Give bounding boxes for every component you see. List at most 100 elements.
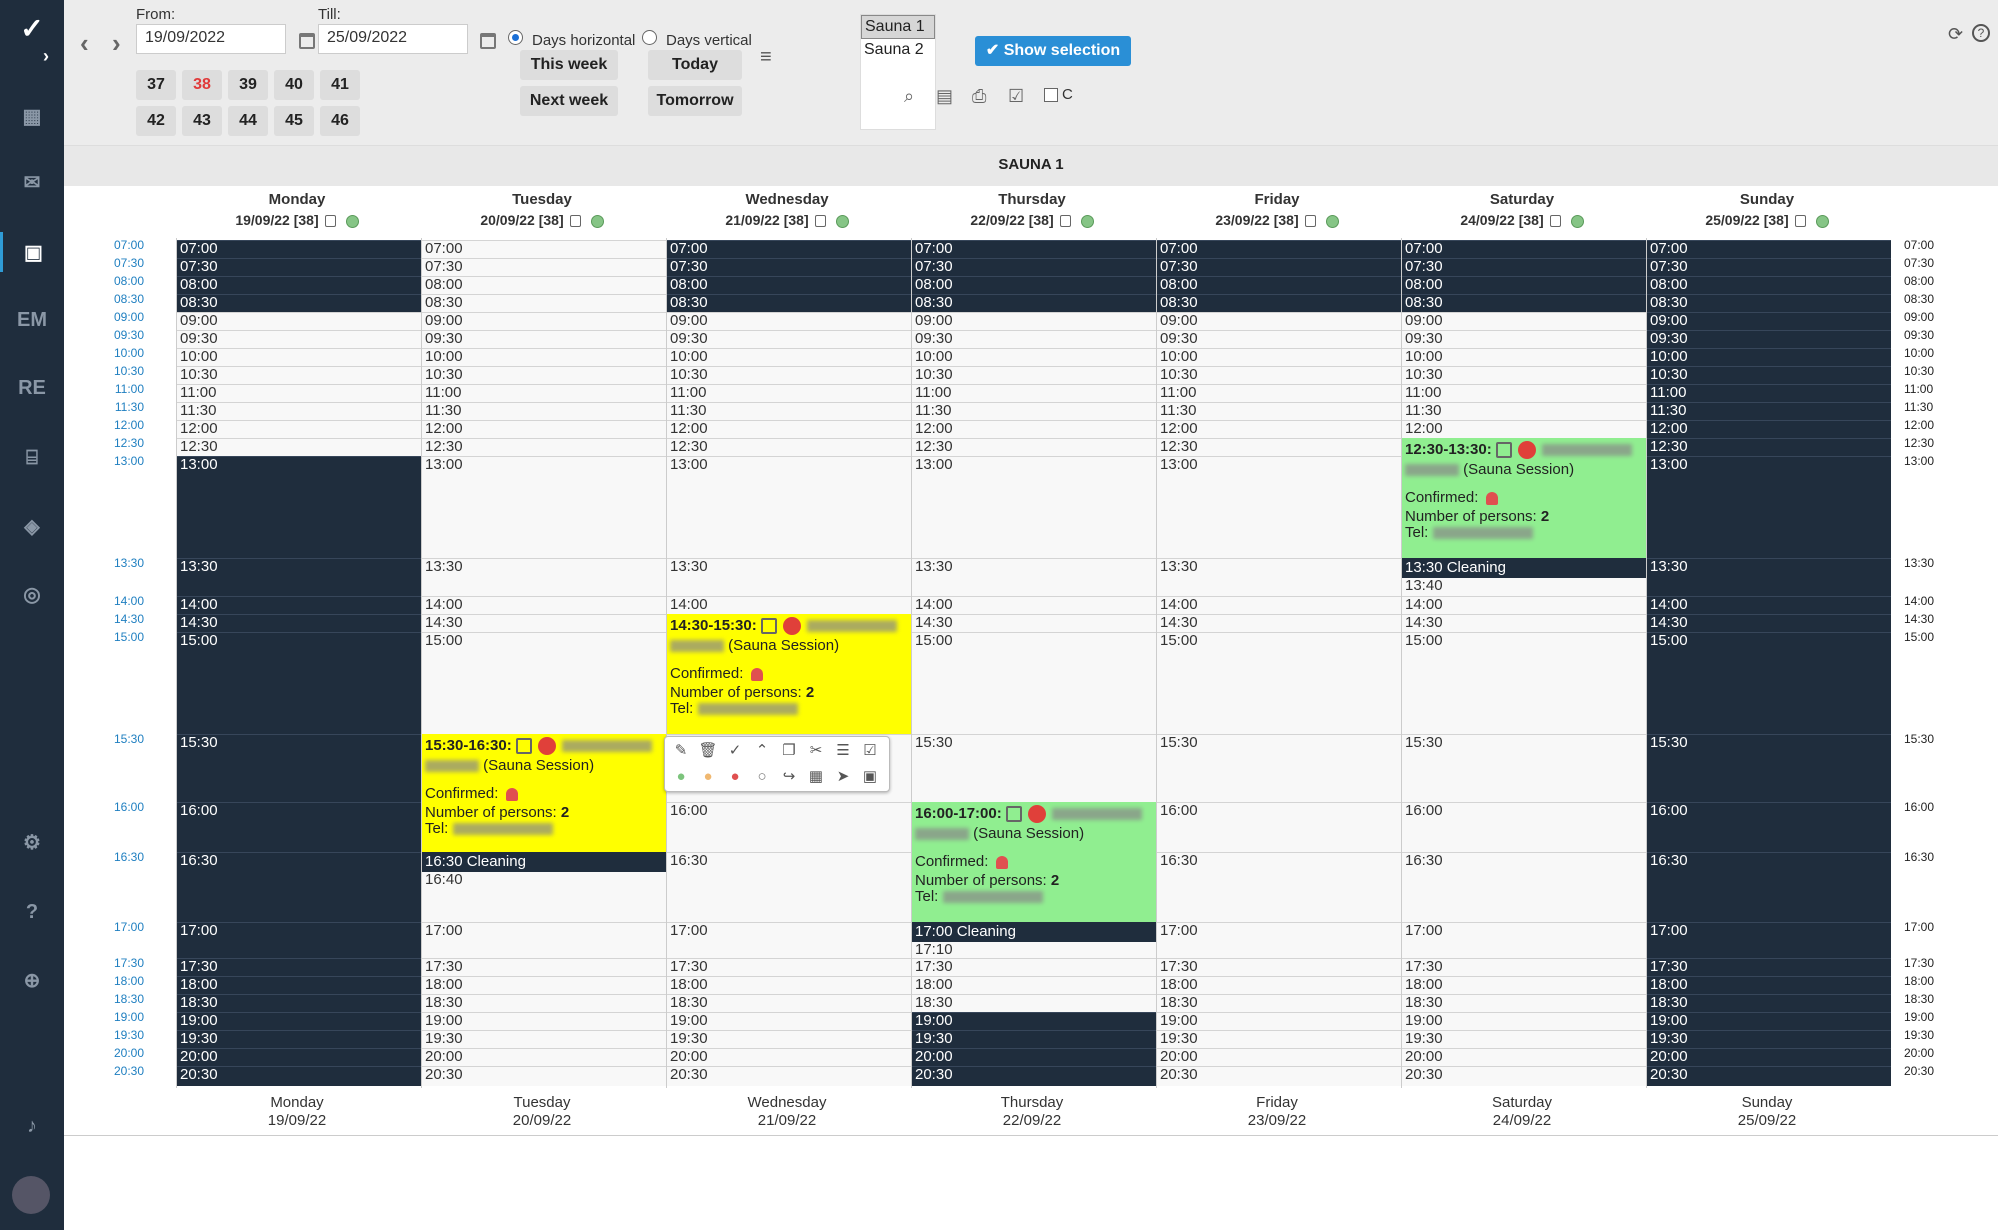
time-slot[interactable]: 19:00	[1402, 1012, 1646, 1030]
calendar-picker-icon[interactable]	[299, 33, 315, 49]
time-slot[interactable]: 16:00	[1402, 802, 1646, 852]
time-slot[interactable]: 12:30	[1647, 438, 1891, 456]
time-slot[interactable]: 17:00	[1157, 922, 1401, 958]
time-slot[interactable]: 09:00	[667, 312, 911, 330]
time-slot[interactable]: 10:00	[1402, 348, 1646, 366]
person-red-icon[interactable]: ●	[725, 767, 745, 787]
time-slot[interactable]: 10:30	[1157, 366, 1401, 384]
search-icon[interactable]: ⌕	[904, 86, 914, 107]
week-button[interactable]: 37	[136, 70, 176, 100]
collapse-icon[interactable]: ≡	[760, 46, 772, 69]
time-slot[interactable]: 16:30	[177, 852, 421, 922]
time-slot[interactable]: 17:30	[177, 958, 421, 976]
time-slot[interactable]: 15:00	[1402, 632, 1646, 734]
time-slot[interactable]: 19:00	[912, 1012, 1156, 1030]
from-field[interactable]: 19/09/2022	[136, 24, 286, 54]
share-icon[interactable]: ↪	[779, 767, 799, 787]
time-slot[interactable]: 16:30	[667, 852, 911, 922]
time-slot[interactable]: 19:30	[1157, 1030, 1401, 1048]
time-slot[interactable]: 08:30	[1402, 294, 1646, 312]
box-icon[interactable]: ◈	[0, 506, 64, 546]
time-slot[interactable]: 13:00	[667, 456, 911, 558]
tomorrow-button[interactable]: Tomorrow	[648, 86, 742, 116]
after-cleaning-slot[interactable]: 13:40	[1402, 578, 1646, 592]
time-slot[interactable]: 11:30	[1157, 402, 1401, 420]
time-slot[interactable]: 16:30	[1402, 852, 1646, 922]
time-slot[interactable]: 09:00	[1647, 312, 1891, 330]
time-slot[interactable]: 16:30	[1647, 852, 1891, 922]
time-slot[interactable]: 10:00	[422, 348, 666, 366]
time-slot[interactable]: 20:30	[177, 1066, 421, 1086]
week-button[interactable]: 42	[136, 106, 176, 136]
time-slot[interactable]: 11:30	[1402, 402, 1646, 420]
time-slot[interactable]: 18:00	[177, 976, 421, 994]
time-slot[interactable]: 14:30	[1402, 614, 1646, 632]
time-slot[interactable]: 18:00	[1647, 976, 1891, 994]
time-slot[interactable]: 07:00	[1157, 240, 1401, 258]
copy-icon[interactable]: ❐	[779, 741, 799, 761]
time-slot[interactable]: 11:30	[422, 402, 666, 420]
avatar[interactable]	[12, 1176, 50, 1214]
time-slot[interactable]: 14:30	[422, 614, 666, 632]
time-slot[interactable]: 08:30	[667, 294, 911, 312]
time-slot[interactable]: 14:00	[667, 596, 911, 614]
time-slot[interactable]: 14:30	[912, 614, 1156, 632]
time-slot[interactable]: 08:00	[1157, 276, 1401, 294]
after-cleaning-slot[interactable]: 17:10	[912, 942, 1156, 956]
time-slot[interactable]: 07:30	[667, 258, 911, 276]
coins-icon[interactable]: ◎	[0, 574, 64, 614]
time-slot[interactable]: 08:00	[1402, 276, 1646, 294]
time-slot[interactable]: 18:00	[912, 976, 1156, 994]
time-slot[interactable]: 08:30	[1157, 294, 1401, 312]
time-slot[interactable]: 18:30	[667, 994, 911, 1012]
week-button[interactable]: 40	[274, 70, 314, 100]
time-slot[interactable]: 12:30	[1157, 438, 1401, 456]
time-slot[interactable]: 09:00	[177, 312, 421, 330]
time-slot[interactable]: 08:00	[667, 276, 911, 294]
time-slot[interactable]: 09:00	[912, 312, 1156, 330]
time-slot[interactable]: 20:30	[1157, 1066, 1401, 1086]
cleaning-block[interactable]: 13:30 Cleaning	[1402, 558, 1646, 578]
time-slot[interactable]: 09:00	[422, 312, 666, 330]
time-slot[interactable]: 19:30	[177, 1030, 421, 1048]
time-slot[interactable]: 18:30	[1402, 994, 1646, 1012]
time-slot[interactable]: 12:00	[912, 420, 1156, 438]
time-slot[interactable]: 11:30	[177, 402, 421, 420]
c-checkbox[interactable]	[1044, 88, 1058, 102]
time-slot[interactable]: 18:30	[1157, 994, 1401, 1012]
time-slot[interactable]: 07:30	[177, 258, 421, 276]
time-slot[interactable]: 17:00	[177, 922, 421, 958]
calendar-icon[interactable]: ▣	[0, 232, 64, 272]
show-selection-button[interactable]: ✔ Show selection	[975, 36, 1131, 66]
time-slot[interactable]: 19:00	[667, 1012, 911, 1030]
day-check-icon[interactable]	[324, 215, 336, 228]
time-slot[interactable]: 14:00	[422, 596, 666, 614]
time-slot[interactable]: 15:00	[177, 632, 421, 734]
time-slot[interactable]: 08:30	[422, 294, 666, 312]
time-slot[interactable]: 14:00	[1647, 596, 1891, 614]
time-slot[interactable]: 16:00	[1157, 802, 1401, 852]
time-slot[interactable]: 13:30	[177, 558, 421, 596]
person-green-icon[interactable]: ●	[671, 767, 691, 787]
time-slot[interactable]: 20:30	[667, 1066, 911, 1086]
time-slot[interactable]: 07:30	[912, 258, 1156, 276]
clipboard-icon[interactable]: ☑	[1008, 86, 1024, 107]
time-slot[interactable]: 16:00	[177, 802, 421, 852]
day-check-icon[interactable]	[1549, 215, 1561, 228]
time-slot[interactable]: 13:30	[1647, 558, 1891, 596]
days-horizontal-radio[interactable]	[508, 30, 523, 45]
booking-event[interactable]: 15:30-16:30: (Sauna Session) Confirmed: Nu…	[422, 734, 666, 852]
time-slot[interactable]: 19:30	[912, 1030, 1156, 1048]
time-slot[interactable]: 14:00	[177, 596, 421, 614]
booking-event[interactable]: 14:30-15:30: (Sauna Session) Confirmed: Nu…	[667, 614, 911, 734]
help-icon[interactable]: ?	[0, 892, 64, 932]
time-slot[interactable]: 07:30	[1402, 258, 1646, 276]
day-check-icon[interactable]	[569, 215, 581, 228]
next-arrow-icon[interactable]: ›	[112, 28, 121, 59]
messages-icon[interactable]: ✉	[0, 162, 64, 202]
time-slot[interactable]: 10:00	[912, 348, 1156, 366]
task-icon[interactable]: ☑	[860, 741, 880, 761]
till-field[interactable]: 25/09/2022	[318, 24, 468, 54]
week-button[interactable]: 45	[274, 106, 314, 136]
up-icon[interactable]: ⌃	[752, 741, 772, 761]
